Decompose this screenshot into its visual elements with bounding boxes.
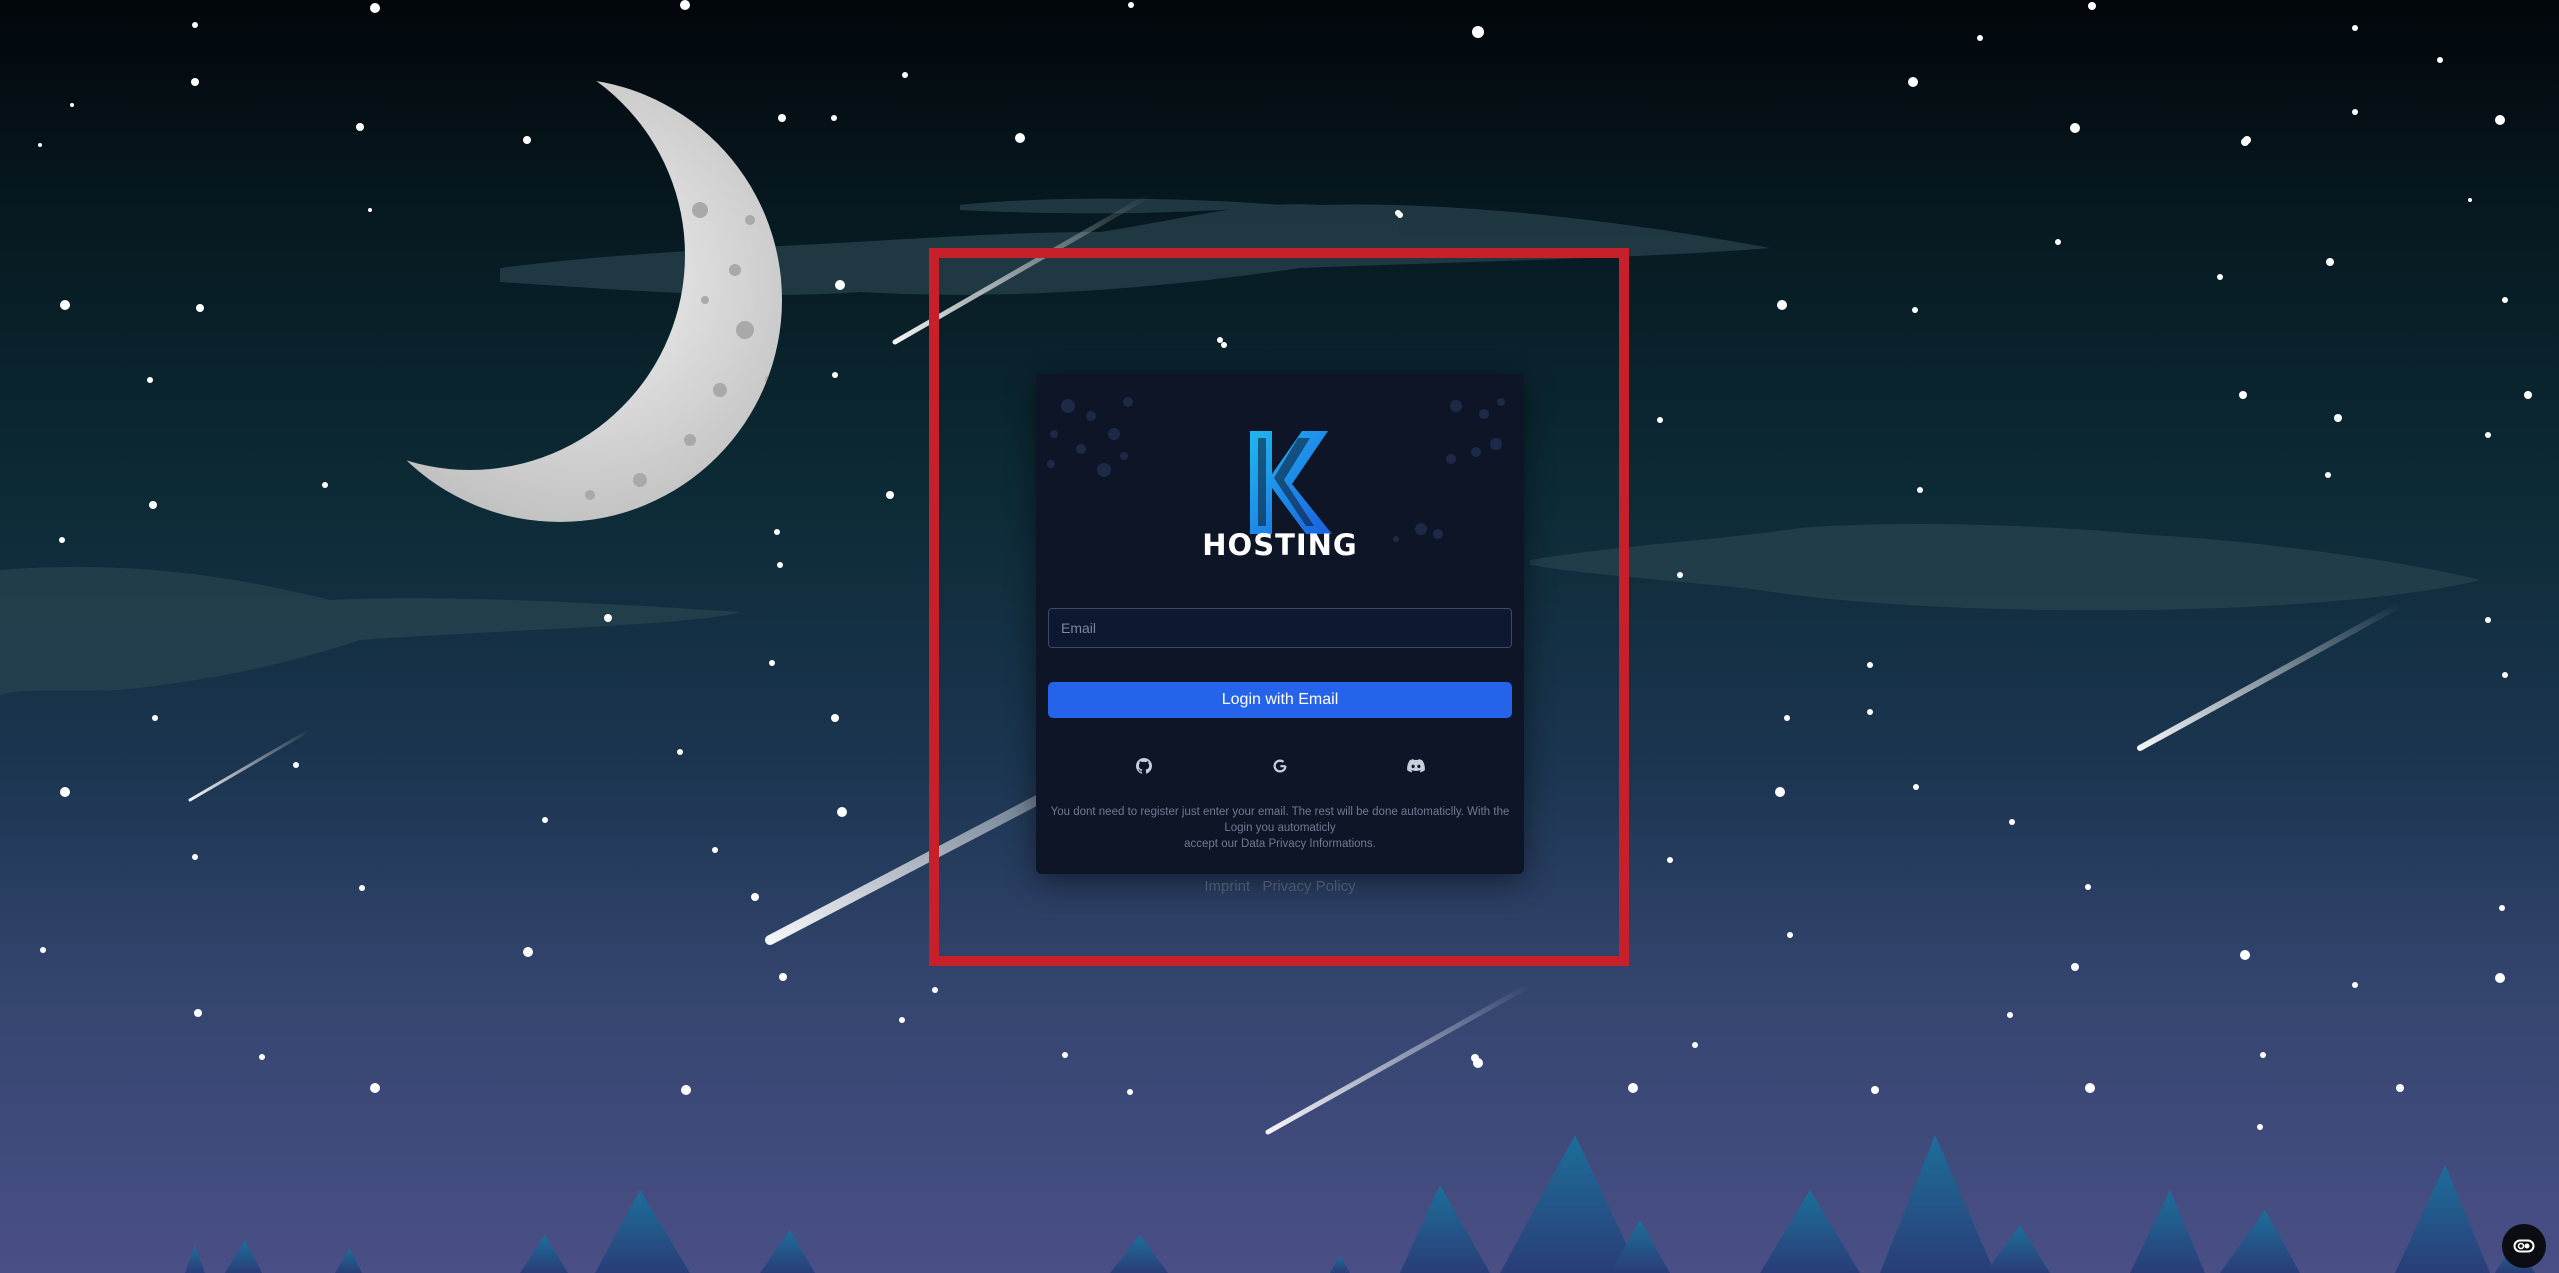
discord-login-button[interactable] [1396,746,1436,786]
k-hosting-logo: HOSTING [1202,426,1357,566]
github-icon [1136,758,1152,774]
cookie-settings-button[interactable] [2502,1224,2546,1268]
logo-text: HOSTING [1202,528,1358,562]
google-icon [1273,759,1287,773]
login-card: HOSTING Login with Email You dont need t… [1036,374,1524,874]
email-input[interactable] [1048,608,1512,648]
moon [330,70,790,530]
cookie-settings-icon [2513,1239,2535,1253]
google-login-button[interactable] [1260,746,1300,786]
pine-trees [185,1135,2535,1273]
registration-notice: You dont need to register just enter you… [1048,804,1512,852]
github-login-button[interactable] [1124,746,1164,786]
imprint-link[interactable]: Imprint [1204,878,1250,895]
login-with-email-button[interactable]: Login with Email [1048,682,1512,718]
notice-line-1: You dont need to register just enter you… [1050,806,1510,834]
notice-line-2: accept our Data Privacy Informations. [1184,838,1376,850]
footer-links: Imprint Privacy Policy [1036,878,1524,895]
privacy-policy-link[interactable]: Privacy Policy [1262,878,1355,895]
discord-icon [1407,759,1425,773]
